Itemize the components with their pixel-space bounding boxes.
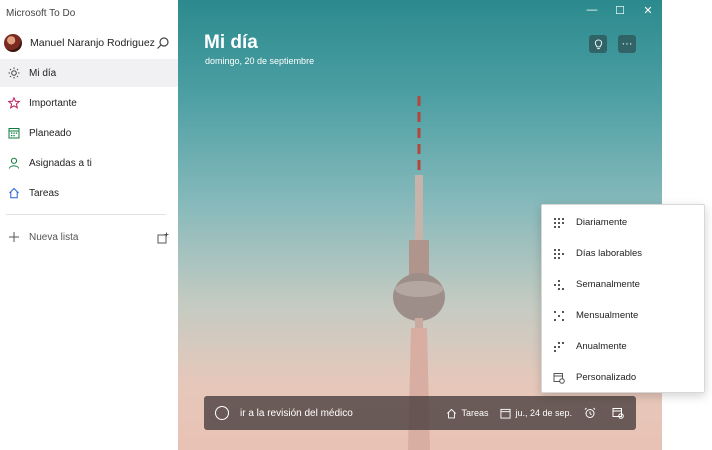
page-title: Mi día xyxy=(204,32,258,53)
repeat-option-custom[interactable]: Personalizado xyxy=(542,362,704,393)
repeat-daily-icon xyxy=(553,217,565,229)
repeat-monthly-icon xyxy=(553,310,565,322)
repeat-option-weekly[interactable]: Semanalmente xyxy=(542,269,704,300)
home-icon xyxy=(8,187,20,199)
plus-icon xyxy=(8,231,20,243)
sidebar-item-important[interactable]: Importante xyxy=(0,89,178,117)
app-title: Microsoft To Do xyxy=(6,8,76,19)
repeat-option-label: Semanalmente xyxy=(576,279,640,290)
sidebar-divider xyxy=(6,214,166,215)
sidebar-item-planned[interactable]: Planeado xyxy=(0,119,178,147)
calendar-icon xyxy=(500,408,511,419)
task-list-label: Tareas xyxy=(461,408,489,418)
sidebar-item-assigned[interactable]: Asignadas a ti xyxy=(0,149,178,177)
calendar-custom-icon xyxy=(553,372,565,384)
window-controls: — ☐ ✕ xyxy=(578,0,662,20)
repeat-option-weekdays[interactable]: Días laborables xyxy=(542,238,704,269)
search-icon[interactable] xyxy=(156,36,170,50)
repeat-weekdays-icon xyxy=(553,248,565,260)
task-meta: Tareas ju., 24 de sep. xyxy=(434,407,628,419)
sidebar-item-label: Mi día xyxy=(29,67,57,79)
repeat-option-label: Anualmente xyxy=(576,341,627,352)
sun-icon xyxy=(8,67,20,79)
maximize-button[interactable]: ☐ xyxy=(606,0,634,20)
add-task-input[interactable]: ir a la revisión del médico Tareas ju., … xyxy=(204,396,636,430)
user-profile[interactable]: Manuel Naranjo Rodriguez xyxy=(0,30,178,56)
repeat-option-label: Días laborables xyxy=(576,248,643,259)
new-list-button[interactable]: Nueva lista xyxy=(0,226,150,248)
sidebar-item-label: Importante xyxy=(29,97,77,109)
repeat-yearly-icon xyxy=(553,341,565,353)
repeat-weekly-icon xyxy=(553,279,565,291)
app-window: Microsoft To Do Manuel Naranjo Rodriguez… xyxy=(0,0,712,450)
calendar-icon xyxy=(8,127,20,139)
user-name: Manuel Naranjo Rodriguez xyxy=(30,37,155,49)
alarm-clock-icon[interactable] xyxy=(584,407,600,419)
repeat-option-daily[interactable]: Diariamente xyxy=(542,207,704,238)
task-due-label: ju., 24 de sep. xyxy=(515,408,572,418)
page-date: domingo, 20 de septiembre xyxy=(205,56,315,66)
new-list-label: Nueva lista xyxy=(29,231,79,243)
sidebar: Microsoft To Do Manuel Naranjo Rodriguez… xyxy=(0,0,178,450)
repeat-option-label: Personalizado xyxy=(576,372,637,383)
task-complete-circle[interactable] xyxy=(215,406,229,420)
star-icon xyxy=(8,97,20,109)
home-icon xyxy=(447,408,457,418)
new-group-icon[interactable] xyxy=(157,231,169,244)
minimize-button[interactable]: — xyxy=(578,0,606,20)
repeat-calendar-icon[interactable] xyxy=(612,407,628,419)
repeat-menu: Diariamente Días laborables Semanalmente… xyxy=(541,204,705,393)
sidebar-item-label: Planeado xyxy=(29,127,72,139)
sidebar-item-label: Tareas xyxy=(29,187,60,199)
sidebar-item-label: Asignadas a ti xyxy=(29,157,92,169)
repeat-option-label: Diariamente xyxy=(576,217,628,228)
repeat-option-yearly[interactable]: Anualmente xyxy=(542,331,704,362)
person-icon xyxy=(8,157,20,169)
task-input-text[interactable]: ir a la revisión del médico xyxy=(240,408,434,419)
task-list-selector[interactable]: Tareas xyxy=(446,408,488,419)
sidebar-item-tasks[interactable]: Tareas xyxy=(0,179,178,207)
close-button[interactable]: ✕ xyxy=(634,0,662,20)
lightbulb-icon[interactable] xyxy=(589,35,607,53)
sidebar-item-my-day[interactable]: Mi día xyxy=(0,59,178,87)
more-options-button[interactable]: ··· xyxy=(618,35,636,53)
repeat-option-monthly[interactable]: Mensualmente xyxy=(542,300,704,331)
repeat-option-label: Mensualmente xyxy=(576,310,639,321)
task-due-date[interactable]: ju., 24 de sep. xyxy=(500,408,572,419)
avatar xyxy=(4,34,22,52)
